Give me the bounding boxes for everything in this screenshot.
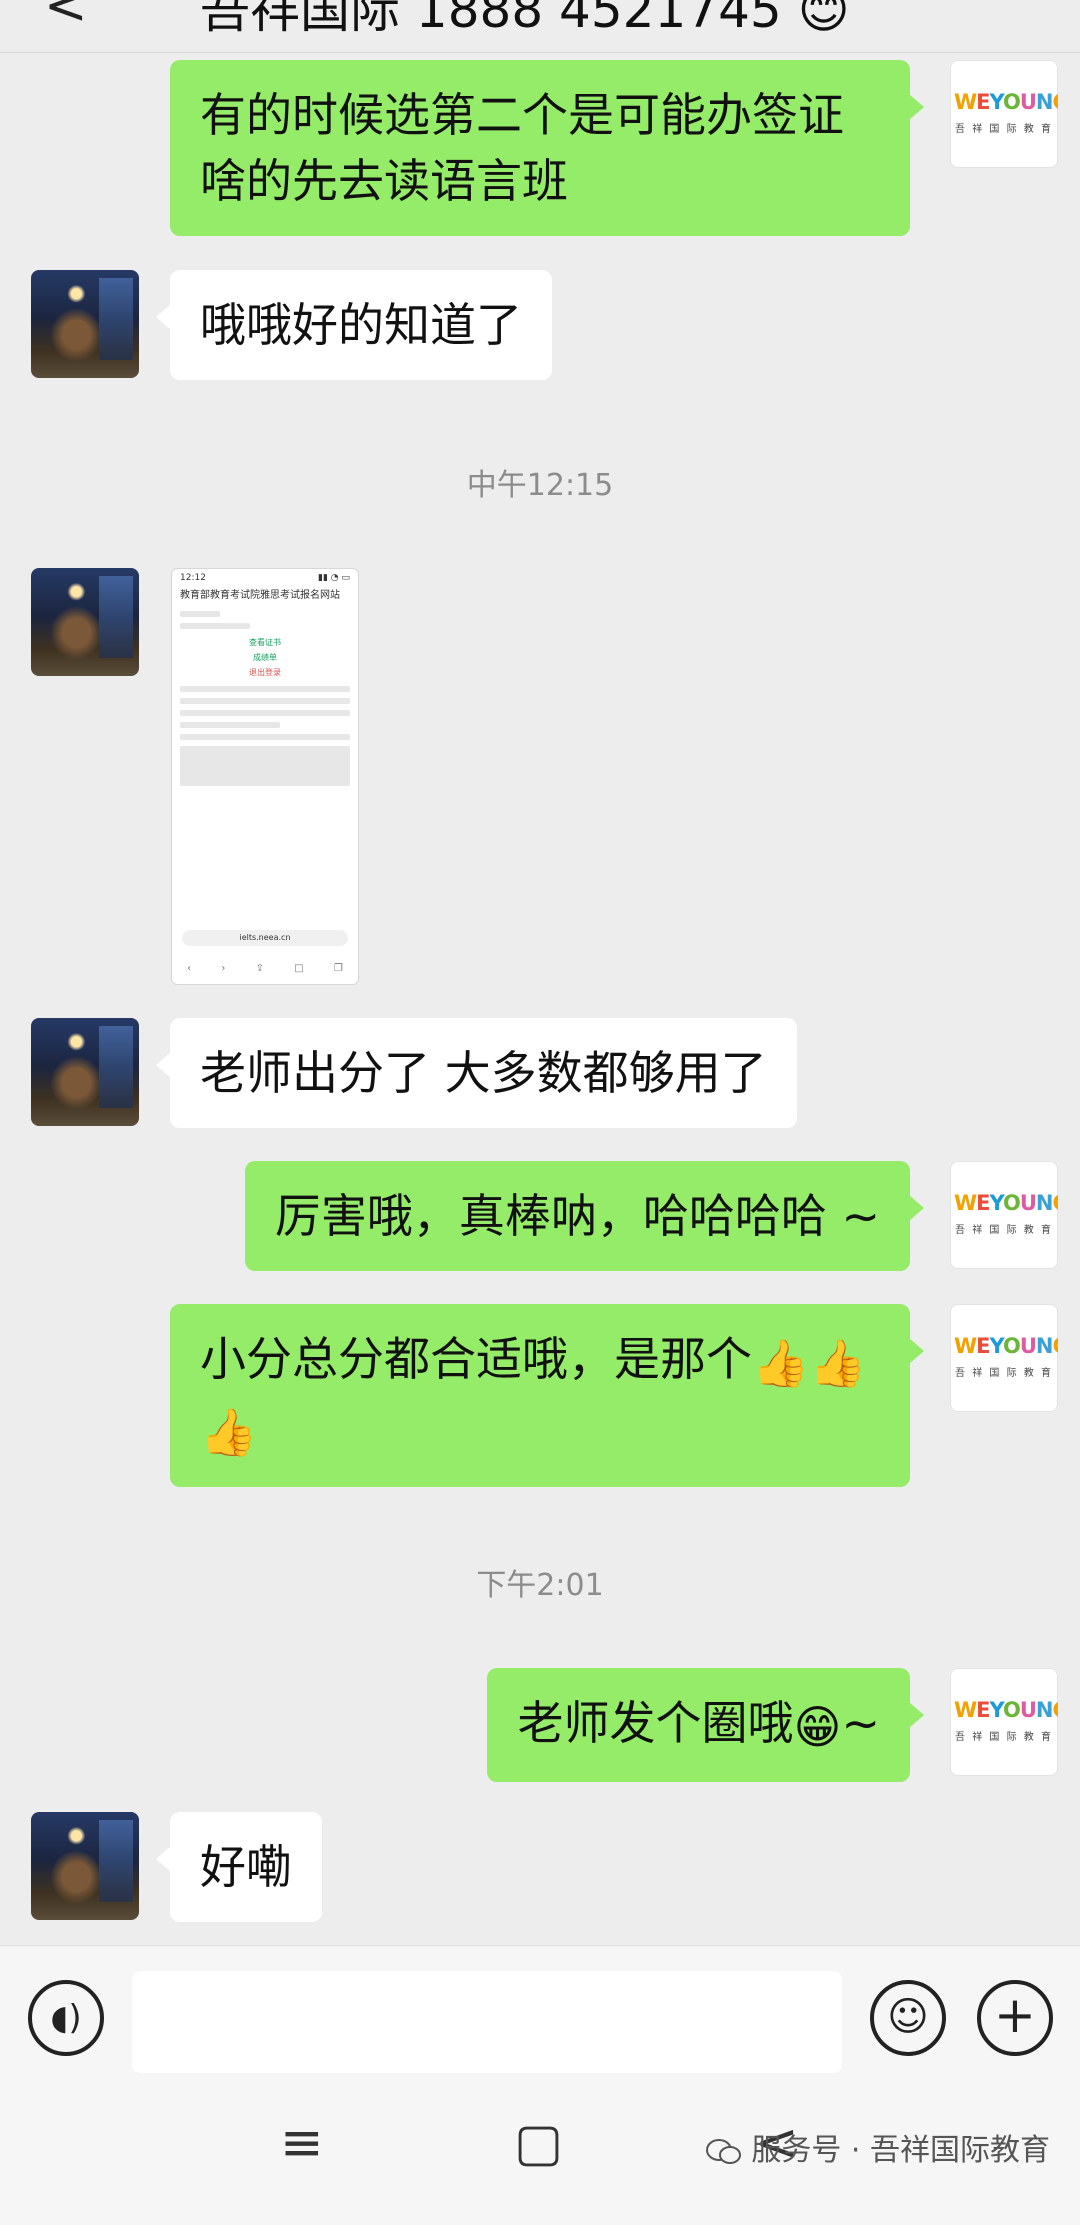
message-text: 老师发个圈哦	[517, 1696, 794, 1750]
message-bubble-sent[interactable]: 有的时候选第二个是可能办签证啥的先去读语言班	[170, 60, 924, 236]
image-page-title: 教育部教育考试院雅思考试报名网站	[180, 590, 340, 601]
message-text: 厉害哦，真棒呐，哈哈哈哈 ~	[274, 1189, 880, 1243]
menu-icon[interactable]: ≡	[280, 2113, 324, 2173]
plus-icon[interactable]: +	[977, 1980, 1053, 2056]
chat-timestamp: 中午12:15	[466, 468, 614, 503]
weyoung-logo: WEYOUNG	[954, 1191, 1058, 1215]
message-bubble-received[interactable]: 哦哦好的知道了	[156, 270, 552, 380]
thumbs-up-icon: 👍	[200, 1405, 258, 1459]
avatar-contact[interactable]	[31, 1018, 139, 1126]
avatar-contact[interactable]	[31, 1812, 139, 1920]
thumbs-up-icon: 👍	[809, 1335, 867, 1390]
weyoung-logo: WEYOUNG	[954, 1698, 1058, 1722]
chat-timestamp: 下午2:01	[476, 1568, 604, 1603]
image-link: 成绩单	[253, 653, 277, 662]
message-text: 有的时候选第二个是可能办签证啥的先去读语言班	[200, 88, 844, 208]
message-text: 好嘞	[200, 1840, 292, 1894]
thumbs-up-icon: 👍	[752, 1335, 810, 1390]
image-message[interactable]: 12:12 ▮▮ ◔ ▭ 教育部教育考试院雅思考试报名网站 查看证书 成绩单 退出…	[171, 568, 359, 985]
voice-icon[interactable]: ◖)	[28, 1980, 104, 2056]
chat-title[interactable]: 吾祥国际 1888 4521745 😊	[200, 0, 850, 42]
chat-input-bar: ◖) ☺ +	[0, 1945, 1080, 2074]
message-input[interactable]	[132, 1971, 842, 2073]
message-bubble-received[interactable]: 好嘞	[156, 1812, 322, 1922]
message-text: 哦哦好的知道了	[200, 298, 522, 352]
back-button[interactable]: <	[44, 0, 88, 36]
avatar-contact[interactable]	[31, 270, 139, 378]
message-text: 小分总分都合适哦，是那个	[200, 1332, 752, 1386]
wechat-icon	[705, 2138, 741, 2164]
message-bubble-sent[interactable]: 厉害哦，真棒呐，哈哈哈哈 ~	[244, 1161, 925, 1271]
watermark: 服务号 · 吾祥国际教育	[705, 2125, 1050, 2169]
image-link: 退出登录	[249, 668, 281, 677]
avatar-self[interactable]: WEYOUNG 吾 祥 国 际 教 育	[950, 1161, 1058, 1269]
image-link: 查看证书	[249, 638, 281, 647]
avatar-self[interactable]: WEYOUNG 吾 祥 国 际 教 育	[950, 1304, 1058, 1412]
message-bubble-sent[interactable]: 小分总分都合适哦，是那个👍👍👍	[170, 1304, 924, 1487]
avatar-self[interactable]: WEYOUNG 吾 祥 国 际 教 育	[950, 60, 1058, 168]
weyoung-logo: WEYOUNG	[954, 1334, 1058, 1358]
logo-subtitle: 吾 祥 国 际 教 育	[955, 1368, 1053, 1379]
grin-emoji-icon: 😁	[793, 1699, 842, 1754]
chat-header: < 吾祥国际 1888 4521745 😊	[0, 0, 1080, 53]
message-text: 老师出分了 大多数都够用了	[200, 1046, 767, 1100]
avatar-contact[interactable]	[31, 568, 139, 676]
message-bubble-sent[interactable]: 老师发个圈哦😁~	[487, 1668, 924, 1782]
image-url-bar: ielts.neea.cn	[182, 930, 348, 946]
home-icon[interactable]: ▢	[514, 2113, 563, 2173]
logo-subtitle: 吾 祥 国 际 教 育	[955, 1225, 1053, 1236]
image-browser-nav: ‹ › ⇪ □ ❐	[187, 963, 343, 974]
message-suffix: ~	[841, 1696, 880, 1750]
weyoung-logo: WEYOUNG	[954, 90, 1058, 114]
image-status-bar: 12:12 ▮▮ ◔ ▭	[180, 573, 350, 583]
logo-subtitle: 吾 祥 国 际 教 育	[955, 1732, 1053, 1743]
logo-subtitle: 吾 祥 国 际 教 育	[955, 124, 1053, 135]
avatar-self[interactable]: WEYOUNG 吾 祥 国 际 教 育	[950, 1668, 1058, 1776]
message-bubble-received[interactable]: 老师出分了 大多数都够用了	[156, 1018, 797, 1128]
emoji-icon[interactable]: ☺	[870, 1980, 946, 2056]
